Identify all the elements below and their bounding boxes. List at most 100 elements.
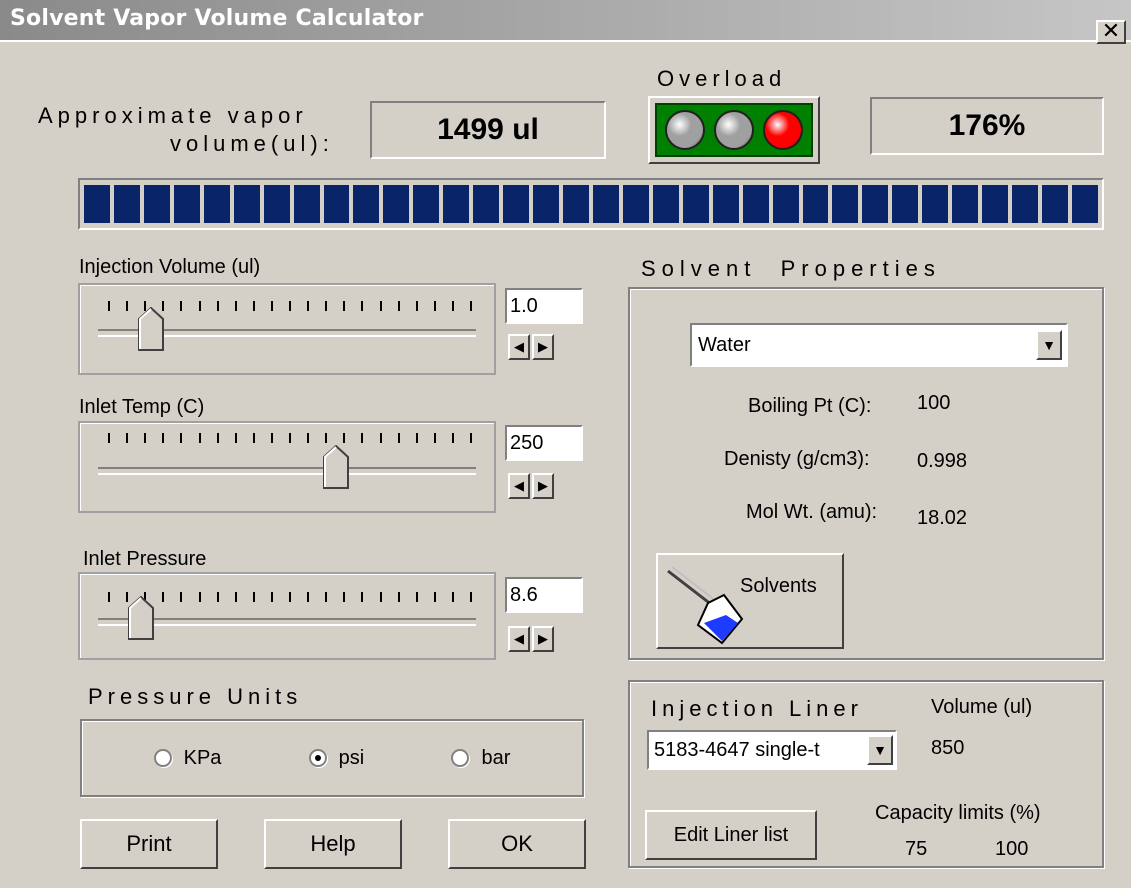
slider-tick	[451, 301, 454, 311]
slider-tick	[397, 433, 400, 443]
progress-segment	[383, 185, 410, 223]
decrement-arrow-icon[interactable]: ◀	[508, 334, 530, 360]
decrement-arrow-icon[interactable]: ◀	[508, 626, 530, 652]
injection-volume-field[interactable]: 1.0	[505, 288, 583, 324]
slider-tick	[379, 433, 382, 443]
progress-segment	[682, 185, 709, 223]
slider-tick	[289, 433, 291, 443]
slider-tick	[270, 592, 273, 602]
overload-light-1	[665, 110, 706, 150]
slider-tick	[198, 433, 201, 443]
radio-bar[interactable]: bar	[451, 747, 510, 770]
inlet-temp-field[interactable]: 250	[505, 425, 583, 461]
progress-segment	[772, 185, 799, 223]
injection-volume-slider[interactable]	[78, 283, 496, 375]
progress-segment	[143, 185, 170, 223]
density-value: 0.998	[917, 450, 968, 472]
slider-tick	[252, 433, 255, 443]
capacity-high-value: 100	[995, 838, 1029, 860]
injection-volume-spinner[interactable]: ◀ ▶	[508, 334, 554, 360]
increment-arrow-icon[interactable]: ▶	[532, 626, 554, 652]
window-title: Solvent Vapor Volume Calculator	[10, 6, 424, 31]
slider-tick	[343, 301, 346, 311]
slider-tick	[451, 592, 454, 602]
radio-bar-circle[interactable]	[451, 749, 470, 767]
progress-segment	[832, 185, 859, 223]
slider-tick	[433, 433, 436, 443]
radio-psi-circle[interactable]	[308, 749, 327, 767]
radio-psi[interactable]: psi	[308, 746, 365, 770]
progress-segment	[263, 185, 290, 223]
print-button[interactable]: Print	[80, 819, 218, 869]
progress-segment	[592, 185, 619, 223]
slider-tick	[325, 592, 328, 602]
chevron-down-icon[interactable]: ▼	[1036, 330, 1062, 360]
edit-liner-list-button[interactable]: Edit Liner list	[645, 810, 817, 860]
liner-volume-value: 850	[931, 737, 965, 759]
progress-segment	[473, 185, 500, 223]
liner-dropdown[interactable]: 5183-4647 single-t ▼	[647, 730, 897, 770]
ok-button[interactable]: OK	[448, 819, 586, 869]
overload-light-2	[713, 110, 754, 150]
capacity-limits-label: Capacity limits (%)	[875, 802, 1041, 824]
slider-tick	[470, 433, 472, 443]
mol-weight-label: Mol Wt. (amu):	[746, 501, 878, 523]
radio-kpa-circle[interactable]	[153, 749, 172, 767]
solvents-button-label: Solvents	[740, 575, 817, 597]
close-button[interactable]: ✕	[1096, 20, 1126, 44]
inlet-pressure-spinner[interactable]: ◀ ▶	[508, 626, 554, 652]
progress-segment	[113, 185, 140, 223]
slider-thumb[interactable]	[127, 595, 154, 640]
slider-tick	[216, 433, 219, 443]
slider-tick	[289, 592, 291, 602]
slider-tick	[198, 301, 201, 311]
radio-kpa-label: KPa	[183, 746, 222, 769]
boiling-point-value: 100	[917, 392, 951, 414]
slider-track	[98, 467, 476, 475]
slider-tick	[162, 592, 165, 602]
overload-lights-panel	[655, 103, 813, 157]
slider-tick	[270, 433, 273, 443]
slider-tick	[470, 592, 472, 602]
slider-tick	[451, 433, 454, 443]
progress-segment	[173, 185, 200, 223]
progress-segment	[652, 185, 679, 223]
slider-tick	[270, 301, 273, 311]
vapor-label-line2: volume(ul):	[170, 131, 334, 156]
decrement-arrow-icon[interactable]: ◀	[508, 473, 530, 499]
progress-segment	[563, 185, 589, 223]
slider-tick	[234, 433, 237, 443]
help-button[interactable]: Help	[264, 819, 402, 869]
solvents-button[interactable]: Solvents	[656, 553, 844, 649]
inlet-temp-spinner[interactable]: ◀ ▶	[508, 473, 554, 499]
slider-tick	[379, 301, 382, 311]
slider-tick	[252, 592, 255, 602]
slider-tick	[307, 592, 310, 602]
inlet-pressure-field[interactable]: 8.6	[505, 577, 583, 613]
slider-tick	[415, 592, 418, 602]
progress-segment	[84, 185, 110, 223]
radio-kpa[interactable]: KPa	[153, 746, 222, 770]
solvent-dropdown[interactable]: Water ▼	[690, 323, 1068, 367]
radio-psi-label: psi	[338, 746, 365, 769]
slider-tick	[307, 301, 310, 311]
increment-arrow-icon[interactable]: ▶	[532, 473, 554, 499]
slider-tick	[470, 301, 472, 311]
slider-tick	[126, 301, 129, 311]
chevron-down-icon[interactable]: ▼	[867, 735, 893, 765]
progress-segment	[323, 185, 350, 223]
overload-percent-readout: 176%	[870, 97, 1104, 155]
slider-ticks	[108, 592, 472, 602]
slider-thumb[interactable]	[138, 306, 165, 351]
inlet-temp-slider[interactable]	[78, 421, 496, 513]
inlet-pressure-slider[interactable]	[78, 572, 496, 660]
progress-segment	[892, 185, 919, 223]
slider-ticks	[108, 433, 472, 443]
progress-segment	[353, 185, 380, 223]
slider-tick	[198, 592, 201, 602]
slider-thumb[interactable]	[323, 444, 350, 489]
progress-segment	[1042, 185, 1068, 223]
slider-tick	[252, 301, 255, 311]
increment-arrow-icon[interactable]: ▶	[532, 334, 554, 360]
progress-segment	[742, 185, 769, 223]
